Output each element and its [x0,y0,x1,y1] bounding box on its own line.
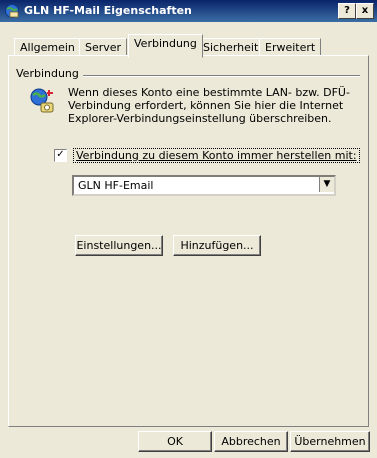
group-divider [80,75,360,77]
title-bar[interactable]: GLN HF-Mail Eigenschaften ? x [0,0,377,22]
tab-security[interactable]: Sicherheit [197,38,265,56]
group-title: Verbindung [16,67,83,80]
cancel-button[interactable]: Abbrechen [214,431,288,452]
apply-button[interactable]: Übernehmen [290,431,370,452]
always-connect-label[interactable]: Verbindung zu diesem Konto immer herstel… [73,148,360,163]
connection-select-value: GLN HF-Email [78,179,154,192]
properties-dialog: GLN HF-Mail Eigenschaften ? x Allgemein … [0,0,377,458]
settings-button[interactable]: Einstellungen... [75,235,163,256]
ok-button[interactable]: OK [138,431,212,452]
always-connect-checkbox[interactable]: ✓ [54,149,67,162]
chevron-down-icon[interactable]: ▼ [319,177,334,192]
close-button[interactable]: x [356,3,374,19]
mail-globe-icon [5,4,19,18]
tab-connection[interactable]: Verbindung [128,34,203,58]
network-globe-icon [30,88,54,113]
tab-advanced[interactable]: Erweitert [259,38,322,56]
tab-server[interactable]: Server [79,38,128,56]
connection-select[interactable]: GLN HF-Email ▼ [72,175,336,196]
tab-general[interactable]: Allgemein [14,38,81,56]
help-button[interactable]: ? [338,3,356,19]
window-title: GLN HF-Mail Eigenschaften [24,4,192,17]
add-button[interactable]: Hinzufügen... [173,235,261,256]
connection-description: Wenn dieses Konto eine bestimmte LAN- bz… [68,86,350,125]
